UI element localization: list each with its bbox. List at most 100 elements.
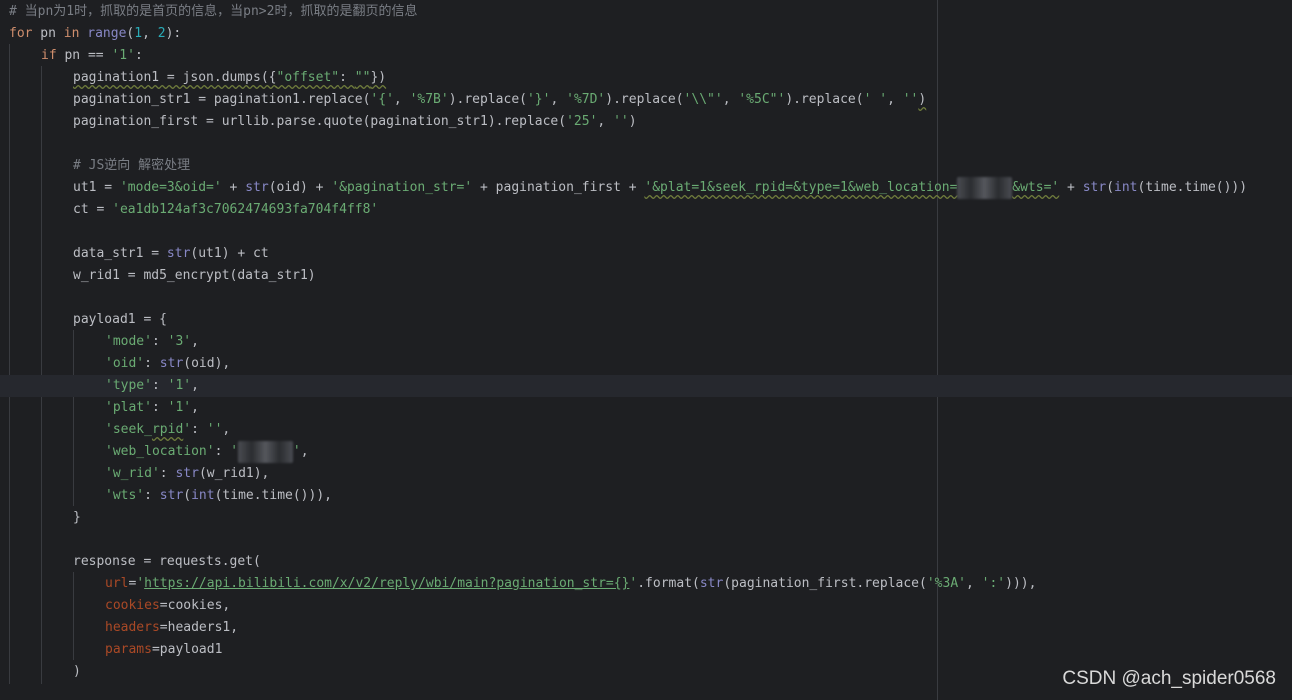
code-token: =cookies, (159, 598, 231, 613)
code-line[interactable] (0, 221, 1292, 243)
code-token: : (339, 70, 355, 85)
code-line[interactable]: payload1 = { (0, 309, 1292, 331)
code-token: '{' (370, 92, 394, 107)
code-token: ).replace( (785, 92, 864, 107)
code-token: ' (230, 444, 239, 459)
code-line[interactable]: 'seek_rpid': '', (0, 419, 1292, 441)
code-text: pagination_first = urllib.parse.quote(pa… (73, 111, 637, 133)
code-text: 'seek_rpid': '', (105, 419, 230, 441)
code-text: ) (73, 661, 81, 683)
code-token: url (105, 576, 129, 591)
code-token: "offset" (276, 70, 340, 85)
code-line[interactable]: headers=headers1, (0, 617, 1292, 639)
code-token: headers (105, 620, 160, 635)
code-line[interactable]: w_rid1 = md5_encrypt(data_str1) (0, 265, 1292, 287)
code-token: : (144, 488, 160, 503)
code-token: 'oid' (105, 356, 145, 371)
code-token: ( (1106, 180, 1115, 195)
code-line[interactable]: } (0, 507, 1292, 529)
code-token: , (300, 444, 309, 459)
code-token: '%5C"' (738, 92, 786, 107)
code-token: ( (183, 488, 192, 503)
code-token: 'type' (105, 378, 152, 393)
code-line[interactable]: pagination1 = json.dumps({"offset": ""}) (0, 67, 1292, 89)
code-token: , (191, 334, 199, 349)
code-line[interactable]: # 当pn为1时，抓取的是首页的信息，当pn>2时，抓取的是翻页的信息 (0, 1, 1292, 23)
code-line[interactable]: pagination_str1 = pagination1.replace('{… (0, 89, 1292, 111)
code-token: , (393, 92, 410, 107)
code-token: 'plat' (105, 400, 152, 415)
code-token: ':' (981, 576, 1006, 591)
code-token: , (191, 400, 199, 415)
code-text: 'type': '1', (105, 375, 199, 397)
code-token: '%3A' (926, 576, 966, 591)
code-token: , (222, 422, 231, 437)
code-token: if (41, 48, 57, 63)
code-token: ).replace( (448, 92, 527, 107)
code-line[interactable]: url='https://api.bilibili.com/x/v2/reply… (0, 573, 1292, 595)
code-text: # JS逆向 解密处理 (73, 155, 190, 177)
code-line[interactable]: ct = 'ea1db124af3c7062474693fa704f4ff8' (0, 199, 1292, 221)
code-line[interactable]: for pn in range(1, 2): (0, 23, 1292, 45)
code-line[interactable] (0, 133, 1292, 155)
code-token: 'seek_ (105, 422, 152, 437)
code-line[interactable]: ut1 = 'mode=3&oid=' + str(oid) + '&pagin… (0, 177, 1292, 199)
code-token: , (142, 26, 158, 41)
code-line[interactable]: pagination_first = urllib.parse.quote(pa… (0, 111, 1292, 133)
code-line[interactable]: 'plat': '1', (0, 397, 1292, 419)
code-line[interactable]: cookies=cookies, (0, 595, 1292, 617)
code-token: ): (165, 26, 182, 41)
code-text: 'w_rid': str(w_rid1), (105, 463, 269, 485)
code-token: int (191, 488, 215, 503)
code-line[interactable]: response = requests.get( (0, 551, 1292, 573)
code-token: https://api.bilibili.com/x/v2/reply/wbi/… (144, 576, 630, 591)
code-token: '' (902, 92, 919, 107)
code-editor[interactable]: # 当pn为1时，抓取的是首页的信息，当pn>2时，抓取的是翻页的信息 for p… (0, 0, 1292, 700)
code-token: ) (73, 664, 81, 679)
code-text: 'wts': str(int(time.time())), (105, 485, 332, 507)
code-token: (time.time())) (1137, 180, 1248, 195)
code-line[interactable]: 'oid': str(oid), (0, 353, 1292, 375)
code-token: '25' (566, 114, 598, 129)
code-token: ) (628, 114, 637, 129)
code-token: 'mode' (105, 334, 152, 349)
code-token: ' (183, 422, 192, 437)
code-text: # 当pn为1时，抓取的是首页的信息，当pn>2时，抓取的是翻页的信息 (9, 1, 417, 23)
code-text: data_str1 = str(ut1) + ct (73, 243, 269, 265)
code-line[interactable] (0, 287, 1292, 309)
code-line[interactable]: 'web_location': '1315875', (0, 441, 1292, 463)
code-text: response = requests.get( (73, 551, 261, 573)
code-line[interactable]: params=payload1 (0, 639, 1292, 661)
code-line[interactable]: 'wts': str(int(time.time())), (0, 485, 1292, 507)
code-token: payload1 = { (73, 312, 167, 327)
code-token: : (151, 400, 168, 415)
code-token: (ut1) + ct (190, 246, 269, 261)
code-token: '1' (167, 378, 192, 393)
code-token: params (105, 642, 152, 657)
code-token: : (191, 422, 207, 437)
code-token: 1315875 (238, 441, 293, 463)
code-token: 'ea1db124af3c7062474693fa704f4ff8' (112, 202, 379, 217)
code-line[interactable]: 'mode': '3', (0, 331, 1292, 353)
code-line[interactable]: 'type': '1', (0, 375, 1292, 397)
code-token: : (134, 48, 143, 63)
code-line[interactable]: if pn == '1': (0, 45, 1292, 67)
code-token: 1 (134, 26, 143, 41)
code-line[interactable]: 'w_rid': str(w_rid1), (0, 463, 1292, 485)
code-token: ' (136, 576, 145, 591)
code-token: in (63, 26, 80, 41)
code-line[interactable]: data_str1 = str(ut1) + ct (0, 243, 1292, 265)
code-token: str (159, 356, 184, 371)
code-line[interactable] (0, 529, 1292, 551)
code-text: 'oid': str(oid), (105, 353, 230, 375)
code-token: (pagination_first.replace( (723, 576, 927, 591)
code-token: w_rid1 = md5_encrypt(data_str1) (73, 268, 316, 283)
code-token: : (144, 356, 160, 371)
code-token: =headers1, (159, 620, 239, 635)
code-line[interactable]: # JS逆向 解密处理 (0, 155, 1292, 177)
code-token: 2 (157, 26, 166, 41)
code-token: : (151, 334, 168, 349)
code-token: pn (32, 26, 64, 41)
code-token: (time.time())), (214, 488, 332, 503)
code-text: w_rid1 = md5_encrypt(data_str1) (73, 265, 316, 287)
